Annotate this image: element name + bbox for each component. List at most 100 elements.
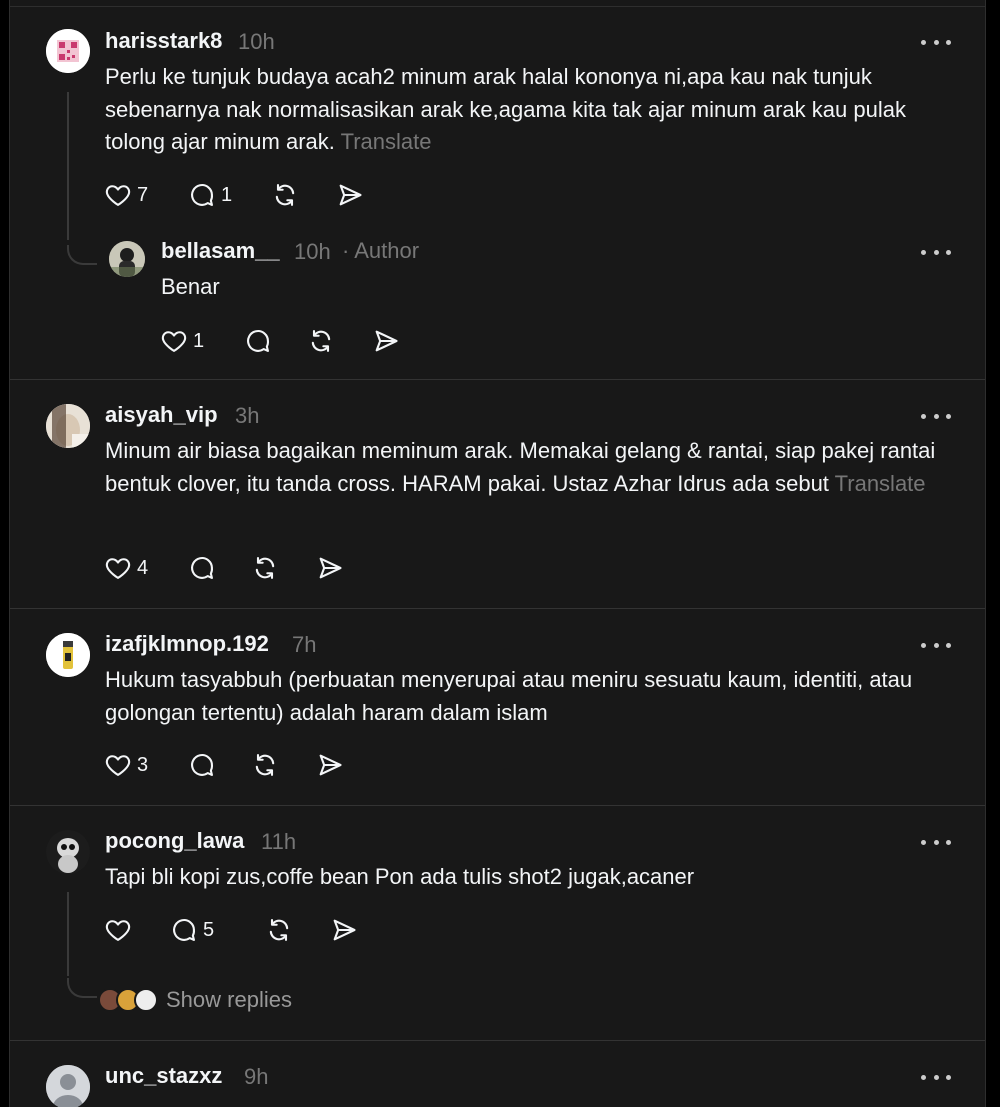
reply-button[interactable]: 5: [170, 916, 265, 944]
comment-icon: [191, 753, 214, 776]
qr-code-avatar-icon: [46, 29, 90, 73]
share-button[interactable]: [316, 554, 344, 582]
reply-count: 1: [221, 183, 233, 206]
send-icon: [319, 557, 342, 579]
comment-icon: [191, 183, 214, 206]
post-harisstark8: harisstark8 10h Perlu ke tunjuk budaya a…: [10, 0, 985, 380]
show-replies-button[interactable]: Show replies: [98, 987, 292, 1013]
avatar[interactable]: [46, 830, 90, 874]
reply-count: 5: [203, 918, 215, 941]
username[interactable]: izafjklmnop.192: [105, 631, 269, 657]
show-replies-label: Show replies: [166, 987, 292, 1012]
post-unc_stazxz: unc_stazxz 9h: [10, 1041, 985, 1107]
timestamp: 3h: [235, 403, 260, 428]
action-bar: 3: [104, 750, 344, 780]
author-badge: · Author: [342, 238, 420, 263]
reply-button[interactable]: [244, 327, 307, 355]
avatar[interactable]: [46, 1065, 90, 1107]
comment-icon: [247, 329, 270, 352]
photo-avatar-icon: [109, 241, 145, 277]
repost-button[interactable]: [265, 916, 330, 944]
more-options-icon[interactable]: [921, 635, 951, 655]
like-button[interactable]: [104, 916, 170, 944]
like-button[interactable]: 1: [160, 327, 244, 355]
more-options-icon[interactable]: [921, 1067, 951, 1087]
action-bar: 5: [104, 915, 358, 945]
username[interactable]: pocong_lawa: [105, 828, 244, 854]
repost-icon: [255, 557, 275, 579]
thread-connector: [67, 978, 97, 998]
share-button[interactable]: [330, 916, 358, 944]
username[interactable]: harisstark8: [105, 28, 222, 54]
more-options-icon[interactable]: [921, 832, 951, 852]
more-options-icon[interactable]: [921, 406, 951, 426]
like-button[interactable]: 4: [104, 554, 188, 582]
comment-icon: [173, 918, 196, 941]
reply-action-bar: 1: [160, 326, 400, 356]
repost-button[interactable]: [271, 181, 336, 209]
reply-timestamp: 10h: [294, 239, 331, 264]
send-icon: [319, 754, 342, 776]
repost-icon: [275, 184, 295, 206]
thread-line: [67, 892, 69, 976]
like-button[interactable]: 7: [104, 181, 188, 209]
reply-text: Benar: [161, 274, 220, 299]
avatar[interactable]: [46, 633, 90, 677]
avatar[interactable]: [46, 404, 90, 448]
like-button[interactable]: 3: [104, 751, 188, 779]
share-button[interactable]: [336, 181, 364, 209]
heart-icon: [105, 755, 131, 776]
timestamp: 9h: [244, 1064, 269, 1089]
lighter-avatar-icon: [46, 633, 90, 677]
post-pocong_lawa: pocong_lawa 11h Tapi bli kopi zus,coffe …: [10, 806, 985, 1040]
repost-button[interactable]: [251, 554, 316, 582]
plush-avatar-icon: [46, 830, 90, 874]
default-avatar-icon: [46, 1065, 90, 1107]
replier-avatar: [134, 988, 158, 1012]
translate-link[interactable]: Translate: [835, 471, 926, 496]
reply-button[interactable]: 1: [188, 181, 271, 209]
comment-icon: [191, 556, 214, 579]
more-options-icon[interactable]: [921, 242, 951, 262]
more-options-icon[interactable]: [921, 32, 951, 52]
post-body: Perlu ke tunjuk budaya acah2 minum arak …: [105, 64, 906, 154]
repost-button[interactable]: [307, 327, 372, 355]
post-text: Tapi bli kopi zus,coffe bean Pon ada tul…: [105, 864, 695, 889]
like-count: 7: [137, 183, 149, 206]
reply-username[interactable]: bellasam__: [161, 238, 280, 264]
thread-line: [67, 92, 69, 240]
post-izafjklmnop: izafjklmnop.192 7h Hukum tasyabbuh (perb…: [10, 609, 985, 805]
action-bar: 4: [104, 553, 344, 583]
heart-icon: [161, 331, 187, 352]
repost-icon: [311, 330, 331, 352]
repost-icon: [269, 919, 289, 941]
thread-connector: [67, 245, 97, 265]
translate-link[interactable]: Translate: [341, 129, 432, 154]
post-text: Hukum tasyabbuh (perbuatan menyerupai at…: [105, 667, 913, 725]
like-count: 3: [137, 753, 149, 776]
send-icon: [333, 919, 356, 941]
reply-avatar[interactable]: [109, 241, 145, 277]
timestamp: 11h: [261, 829, 297, 854]
post-aisyah_vip: aisyah_vip 3h Minum air biasa bagaikan m…: [10, 380, 985, 608]
feed-panel: harisstark8 10h Perlu ke tunjuk budaya a…: [9, 0, 986, 1107]
timestamp: 10h: [238, 29, 275, 54]
post-text: Perlu ke tunjuk budaya acah2 minum arak …: [105, 61, 965, 159]
username[interactable]: unc_stazxz: [105, 1063, 222, 1089]
heart-icon: [105, 920, 131, 941]
reply-button[interactable]: [188, 554, 251, 582]
like-count: 1: [193, 329, 205, 352]
photo-avatar-icon: [46, 404, 90, 448]
avatar[interactable]: [46, 29, 90, 73]
repost-button[interactable]: [251, 751, 316, 779]
timestamp: 7h: [292, 632, 317, 657]
reply-button[interactable]: [188, 751, 251, 779]
action-bar: 7 1: [104, 180, 364, 210]
username[interactable]: aisyah_vip: [105, 402, 218, 428]
repost-icon: [255, 754, 275, 776]
share-button[interactable]: [316, 751, 344, 779]
heart-icon: [105, 558, 131, 579]
send-icon: [339, 184, 362, 206]
send-icon: [375, 330, 398, 352]
share-button[interactable]: [372, 327, 400, 355]
